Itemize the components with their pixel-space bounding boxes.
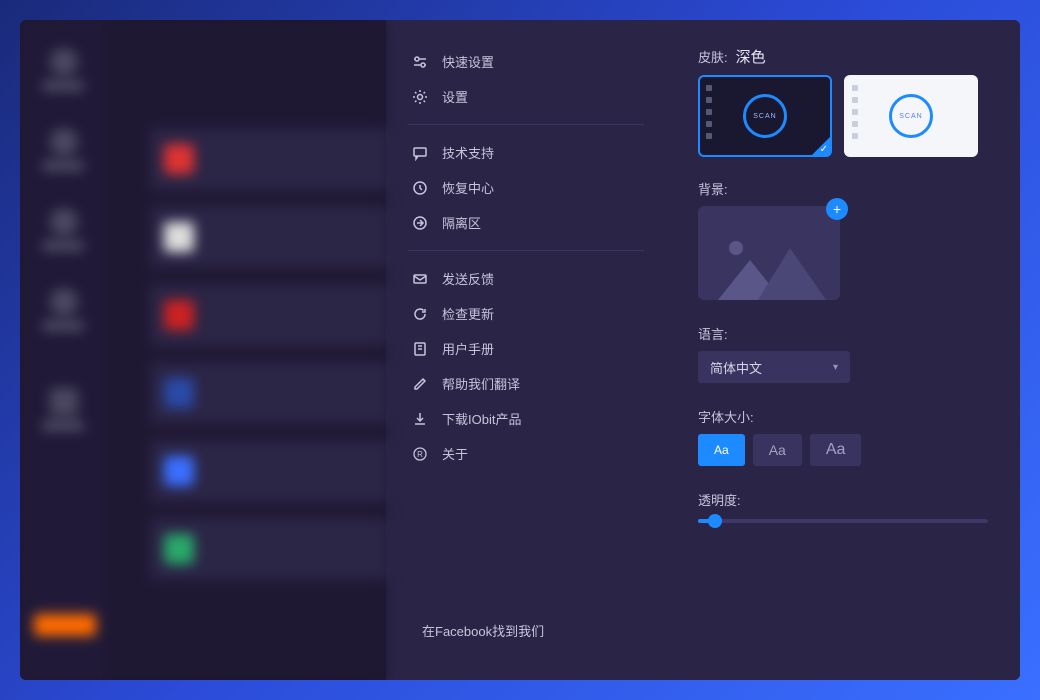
scan-ring-preview: SCAN: [743, 94, 787, 138]
menu-label: 技术支持: [442, 143, 494, 162]
background-label: 背景:: [698, 179, 988, 198]
menu-label: 快速设置: [442, 52, 494, 71]
language-dropdown[interactable]: 简体中文 ▾: [698, 351, 850, 383]
menu-label: 下载IObit产品: [442, 409, 521, 428]
menu-label: 检查更新: [442, 304, 494, 323]
refresh-icon: [412, 306, 428, 322]
envelope-icon: [412, 271, 428, 287]
gear-icon: [412, 89, 428, 105]
settings-menu: 快速设置 设置 技术支持 恢复中心: [386, 20, 666, 680]
font-size-large[interactable]: Aa: [810, 434, 862, 466]
menu-check-updates[interactable]: 检查更新: [386, 296, 666, 331]
pencil-icon: [412, 376, 428, 392]
language-selected: 简体中文: [710, 358, 762, 377]
menu-label: 隔离区: [442, 213, 481, 232]
font-size-label: 字体大小:: [698, 407, 988, 426]
facebook-link[interactable]: 在Facebook找到我们: [386, 605, 666, 656]
menu-label: 关于: [442, 444, 468, 463]
menu-about[interactable]: R 关于: [386, 436, 666, 471]
menu-label: 用户手册: [442, 339, 494, 358]
language-label: 语言:: [698, 324, 988, 343]
menu-user-manual[interactable]: 用户手册: [386, 331, 666, 366]
chevron-down-icon: ▾: [833, 362, 838, 373]
menu-separator: [408, 250, 644, 251]
menu-help-translate[interactable]: 帮助我们翻译: [386, 366, 666, 401]
menu-separator: [408, 124, 644, 125]
add-background-button[interactable]: +: [826, 198, 848, 220]
menu-download-iobit[interactable]: 下载IObit产品: [386, 401, 666, 436]
menu-label: 恢复中心: [442, 178, 494, 197]
checkmark-icon: ✓: [820, 144, 828, 155]
font-size-options: Aa Aa Aa: [698, 434, 988, 466]
app-window: 快速设置 设置 技术支持 恢复中心: [20, 20, 1020, 680]
menu-label: 帮助我们翻译: [442, 374, 520, 393]
mountain-placeholder-icon: [708, 230, 828, 300]
sliders-icon: [412, 54, 428, 70]
skin-value: 深色: [736, 46, 766, 67]
opacity-label: 透明度:: [698, 490, 988, 509]
scan-ring-preview: SCAN: [889, 94, 933, 138]
menu-label: 发送反馈: [442, 269, 494, 288]
opacity-slider-thumb[interactable]: [708, 514, 722, 528]
quarantine-icon: [412, 215, 428, 231]
font-size-medium[interactable]: Aa: [753, 434, 802, 466]
skin-option-light[interactable]: SCAN: [844, 75, 978, 157]
main-window-blurred: [20, 20, 386, 680]
book-icon: [412, 341, 428, 357]
menu-tech-support[interactable]: 技术支持: [386, 135, 666, 170]
facebook-label: 在Facebook找到我们: [422, 621, 544, 640]
menu-recovery-center[interactable]: 恢复中心: [386, 170, 666, 205]
menu-quick-settings[interactable]: 快速设置: [386, 44, 666, 79]
opacity-slider[interactable]: [698, 519, 988, 523]
settings-panel: 快速设置 设置 技术支持 恢复中心: [386, 20, 1020, 680]
menu-send-feedback[interactable]: 发送反馈: [386, 261, 666, 296]
font-size-small[interactable]: Aa: [698, 434, 745, 466]
settings-content: 皮肤: 深色 SCAN ✓ SCAN 背景:: [666, 20, 1020, 680]
menu-quarantine[interactable]: 隔离区: [386, 205, 666, 240]
chat-icon: [412, 145, 428, 161]
menu-label: 设置: [442, 87, 468, 106]
skin-option-dark[interactable]: SCAN ✓: [698, 75, 832, 157]
skin-label: 皮肤:: [698, 47, 728, 66]
skin-options: SCAN ✓ SCAN: [698, 75, 988, 157]
restore-icon: [412, 180, 428, 196]
registered-icon: R: [412, 446, 428, 462]
menu-settings[interactable]: 设置: [386, 79, 666, 114]
download-icon: [412, 411, 428, 427]
background-preview[interactable]: +: [698, 206, 840, 300]
skin-label-row: 皮肤: 深色: [698, 46, 988, 67]
svg-text:R: R: [417, 450, 423, 459]
